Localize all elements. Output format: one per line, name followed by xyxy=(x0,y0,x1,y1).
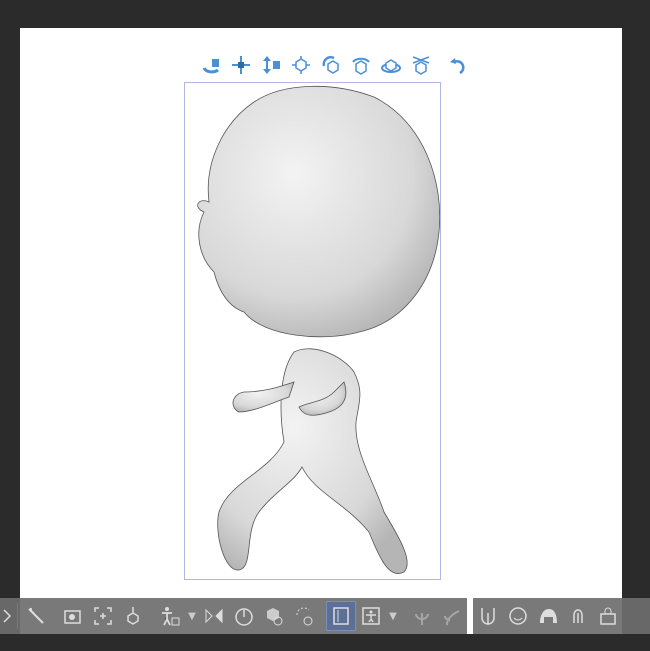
plant-icon xyxy=(407,601,437,631)
camera-rotate-icon[interactable] xyxy=(198,53,224,77)
face-icon[interactable] xyxy=(503,601,533,631)
object-launcher xyxy=(198,52,472,78)
pose-dropdown[interactable]: ▼ xyxy=(386,601,400,631)
rotate-icon[interactable] xyxy=(318,53,344,77)
body-shape-icon[interactable] xyxy=(473,601,503,631)
object-rotate-icon[interactable] xyxy=(259,601,289,631)
fit-icon[interactable] xyxy=(88,601,118,631)
toolbar-bottom-strip xyxy=(0,634,650,651)
flip-icon[interactable] xyxy=(199,601,229,631)
move-on-plane-icon[interactable] xyxy=(408,53,434,77)
lock-joints-button[interactable] xyxy=(326,601,356,631)
rotate-y-icon[interactable] xyxy=(378,53,404,77)
plant-alt-icon xyxy=(437,601,467,631)
body-add-icon[interactable] xyxy=(155,601,185,631)
timer-icon[interactable] xyxy=(229,601,259,631)
move-icon[interactable] xyxy=(288,53,314,77)
model-bounding-box xyxy=(184,82,441,580)
ground-icon[interactable] xyxy=(118,601,148,631)
wrench-icon[interactable] xyxy=(21,601,51,631)
reset-rotation-icon[interactable] xyxy=(446,53,472,77)
camera-dolly-icon[interactable] xyxy=(258,53,284,77)
camera-pan-icon[interactable] xyxy=(228,53,254,77)
expand-arrow-icon[interactable] xyxy=(0,601,14,631)
head-icon[interactable] xyxy=(563,601,593,631)
object-toolbar: ▼ ▼ xyxy=(0,598,650,634)
bag-icon[interactable] xyxy=(593,601,623,631)
camera-icon[interactable] xyxy=(58,601,88,631)
body-add-dropdown[interactable]: ▼ xyxy=(185,601,199,631)
pose-icon[interactable] xyxy=(356,601,386,631)
hair-icon[interactable] xyxy=(533,601,563,631)
rotate-x-icon[interactable] xyxy=(348,53,374,77)
rotate-reset-icon[interactable] xyxy=(289,601,319,631)
